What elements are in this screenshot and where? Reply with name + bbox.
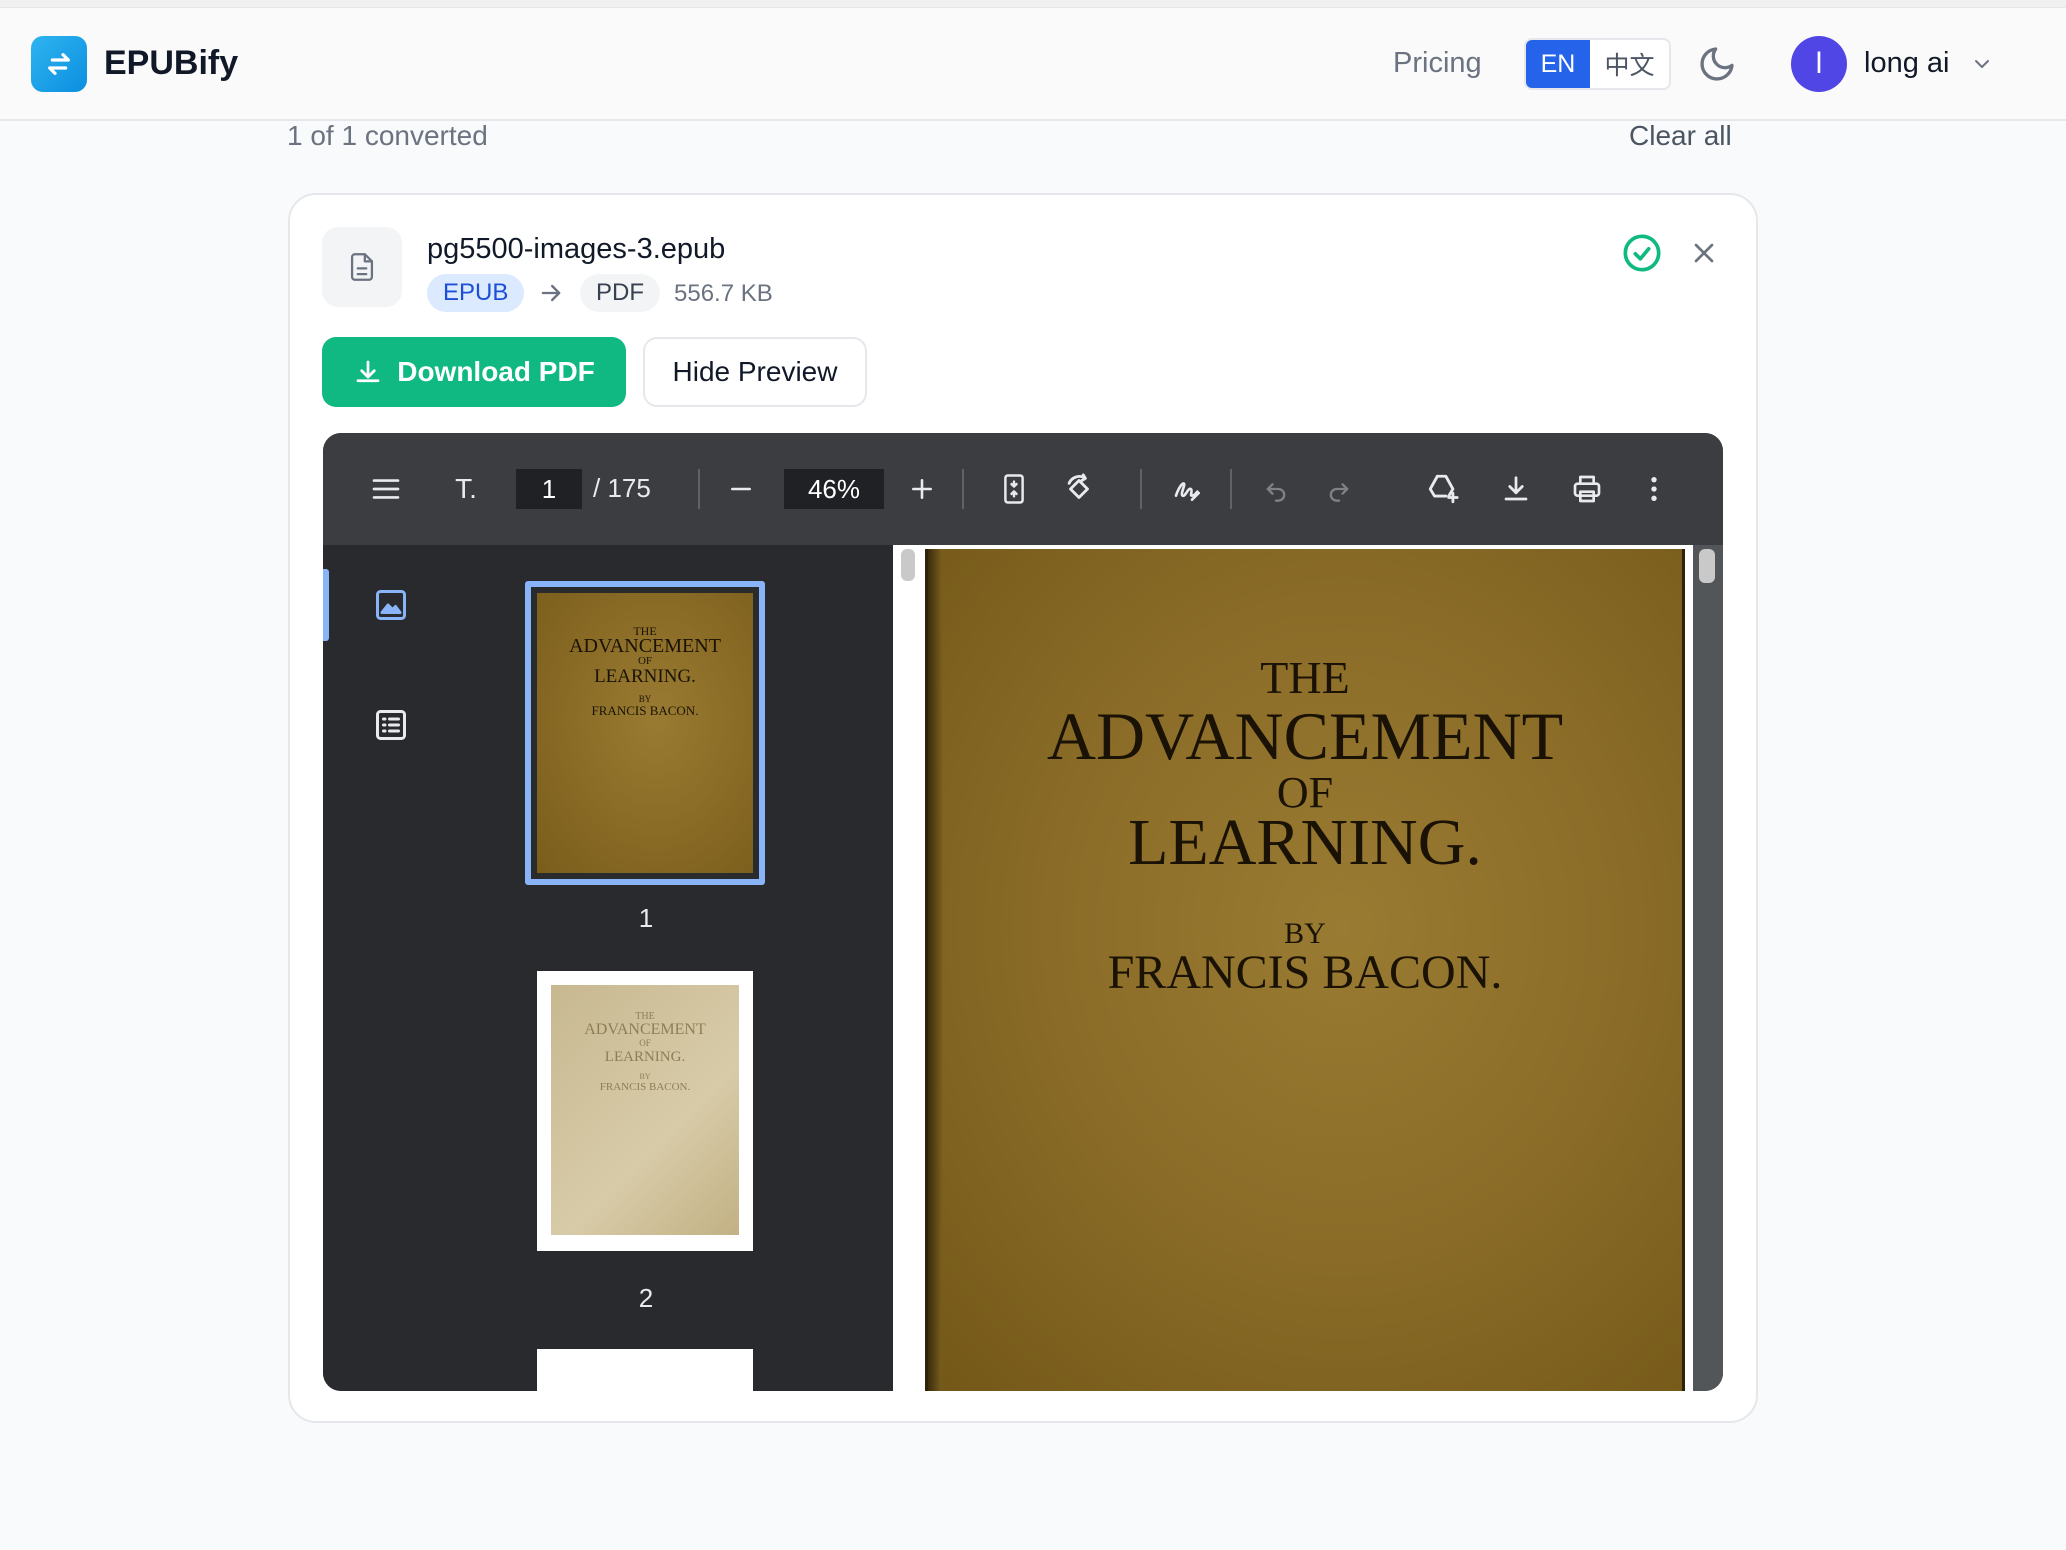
thumb-line-learning: LEARNING. (594, 666, 696, 687)
pricing-link[interactable]: Pricing (1393, 47, 1482, 80)
header-top-strip (0, 0, 2066, 8)
download-pdf-label: Download PDF (397, 356, 595, 387)
lang-en-button[interactable]: EN (1526, 40, 1590, 88)
thumb-line-author: FRANCIS BACON. (599, 1081, 691, 1093)
hide-preview-button[interactable]: Hide Preview (643, 337, 867, 407)
cover-line-learning: LEARNING. (1128, 806, 1482, 879)
thumb-line-learning: LEARNING. (604, 1049, 686, 1065)
book-cover-page: THE ADVANCEMENT OF LEARNING. BY FRANCIS … (925, 549, 1685, 1391)
chevron-down-icon[interactable] (1968, 52, 1996, 76)
clear-all-button[interactable]: Clear all (1629, 120, 1732, 152)
file-name: pg5500-images-3.epub (427, 233, 726, 265)
page-canvas: THE ADVANCEMENT OF LEARNING. BY FRANCIS … (893, 545, 1693, 1391)
zoom-in-icon[interactable] (899, 433, 945, 545)
thumb-line-advancement: ADVANCEMENT (569, 635, 721, 657)
drive-upload-icon[interactable] (1420, 433, 1466, 545)
viewer-toolbar: T. 1 / 175 46% (323, 433, 1723, 545)
thumb-line-of: OF (639, 1038, 651, 1048)
menu-icon[interactable] (363, 433, 409, 545)
dark-mode-moon-icon[interactable] (1697, 44, 1737, 84)
app-header: EPUBify Pricing EN 中文 l long ai (0, 0, 2066, 121)
source-format-badge: EPUB (427, 274, 525, 312)
draw-signature-icon[interactable] (1165, 433, 1211, 545)
target-format-badge: PDF (580, 274, 660, 312)
page-thumbnail-3[interactable] (537, 1349, 753, 1391)
outline-list-icon[interactable] (373, 707, 409, 743)
logo-swap-icon[interactable] (31, 36, 87, 92)
print-icon[interactable] (1564, 433, 1610, 545)
brand-name[interactable]: EPUBify (104, 44, 238, 83)
page-scrollbar-right[interactable] (1699, 549, 1715, 583)
toolbar-divider (1230, 469, 1232, 509)
thumbnail-sidebar: THE ADVANCEMENT OF LEARNING. BY FRANCIS … (323, 545, 893, 1391)
zoom-out-icon[interactable] (718, 433, 764, 545)
file-document-icon (322, 227, 402, 307)
thumb-line-advancement: ADVANCEMENT (584, 1021, 706, 1038)
thumbnail-label: 1 (638, 903, 654, 933)
page-total: / 175 (593, 473, 651, 503)
thumbnails-image-icon[interactable] (373, 587, 409, 623)
rotate-icon[interactable] (1056, 433, 1102, 545)
pdf-viewer: T. 1 / 175 46% THE ADVANCEMENT OF LEARNI… (323, 433, 1723, 1391)
redo-icon[interactable] (1316, 433, 1362, 545)
toolbar-divider (962, 469, 964, 509)
page-number-input[interactable]: 1 (516, 469, 582, 509)
download-icon[interactable] (1493, 433, 1539, 545)
thumbnail-cover-image: THE ADVANCEMENT OF LEARNING. BY FRANCIS … (537, 593, 753, 873)
thumb-title-text: THE ADVANCEMENT OF LEARNING. BY FRANCIS … (551, 1011, 739, 1093)
file-card: pg5500-images-3.epub EPUB PDF 556.7 KB D… (288, 193, 1758, 1423)
conversion-count: 1 of 1 converted (287, 120, 488, 151)
more-options-icon[interactable] (1639, 433, 1669, 545)
user-name[interactable]: long ai (1864, 47, 1949, 80)
download-icon (356, 360, 380, 383)
user-avatar[interactable]: l (1791, 36, 1847, 92)
toolbar-divider (1140, 469, 1142, 509)
active-tab-indicator (323, 569, 329, 641)
thumbnail-cover-image: THE ADVANCEMENT OF LEARNING. BY FRANCIS … (551, 985, 739, 1235)
toolbar-divider (698, 469, 700, 509)
fit-page-icon[interactable] (991, 433, 1037, 545)
undo-icon[interactable] (1253, 433, 1299, 545)
thumbnail-label: 2 (638, 1283, 654, 1313)
cover-line-advancement: ADVANCEMENT (1046, 698, 1564, 774)
language-toggle: EN 中文 (1524, 38, 1671, 90)
zoom-level-input[interactable]: 46% (784, 469, 884, 509)
close-icon[interactable] (1688, 237, 1720, 269)
text-tool-button[interactable]: T. (441, 433, 491, 545)
file-size: 556.7 KB (674, 280, 773, 307)
download-pdf-button[interactable]: Download PDF (322, 337, 626, 407)
page-view: THE ADVANCEMENT OF LEARNING. BY FRANCIS … (893, 545, 1723, 1391)
page-thumbnail-2[interactable]: THE ADVANCEMENT OF LEARNING. BY FRANCIS … (537, 971, 753, 1251)
page-thumbnail-1[interactable]: THE ADVANCEMENT OF LEARNING. BY FRANCIS … (525, 581, 765, 885)
cover-line-author: FRANCIS BACON. (1107, 946, 1503, 999)
page-scrollbar-left[interactable] (901, 549, 915, 581)
success-check-icon (1623, 234, 1661, 272)
lang-zh-button[interactable]: 中文 (1590, 40, 1669, 88)
arrow-right-icon (541, 284, 561, 302)
thumb-line-author: FRANCIS BACON. (591, 703, 699, 718)
thumb-title-text: THE ADVANCEMENT OF LEARNING. BY FRANCIS … (537, 625, 753, 717)
